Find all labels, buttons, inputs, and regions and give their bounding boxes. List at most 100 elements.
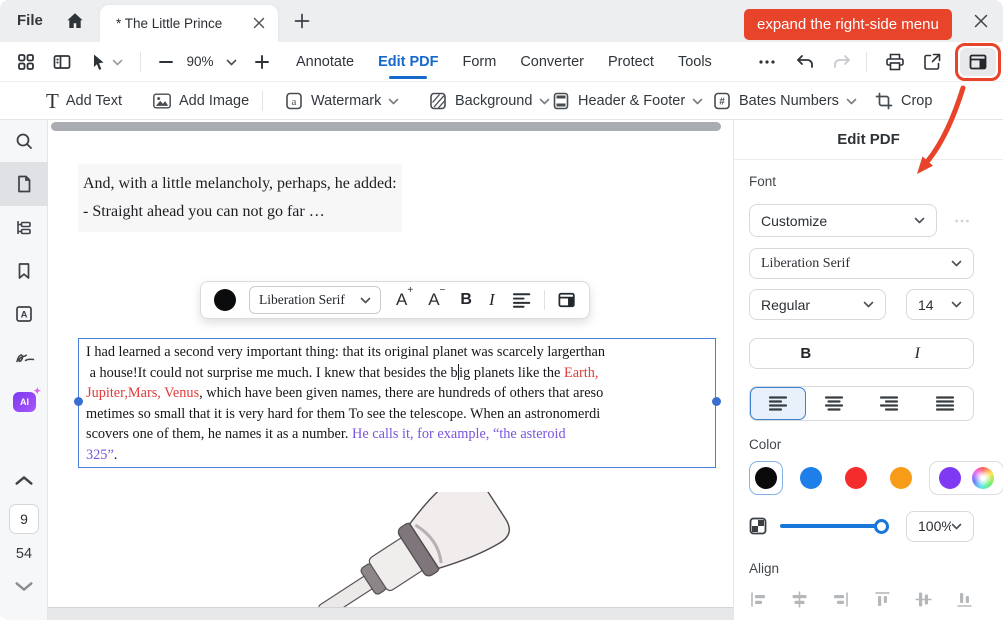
- undo-button[interactable]: [795, 52, 815, 72]
- chevron-down-icon: [863, 301, 874, 308]
- opacity-slider[interactable]: [780, 524, 881, 528]
- align-objects-vcenter-icon[interactable]: [914, 590, 933, 609]
- tab-protect[interactable]: Protect: [608, 54, 654, 70]
- align-objects-hcenter-icon[interactable]: [790, 590, 809, 609]
- textbox-line: scovers one of them, he names it as a nu…: [86, 424, 708, 445]
- panel-bold-button[interactable]: B: [750, 339, 862, 368]
- color-swatch-3[interactable]: [884, 461, 918, 495]
- align-center-button[interactable]: [806, 387, 862, 420]
- header-footer-icon: [551, 91, 571, 111]
- tab-form[interactable]: Form: [462, 54, 496, 70]
- opacity-slider-knob[interactable]: [874, 519, 889, 534]
- tab-tools[interactable]: Tools: [678, 54, 712, 70]
- italic-button[interactable]: I: [489, 290, 495, 310]
- text-properties-button[interactable]: [557, 290, 576, 310]
- sidebar-item-thumbnails[interactable]: [0, 162, 48, 206]
- textbox-line: Jupiter,Mars, Venus, which have been giv…: [86, 383, 708, 404]
- signature-icon[interactable]: [14, 347, 36, 367]
- watermark-button[interactable]: a Watermark: [284, 82, 399, 120]
- background-button[interactable]: Background: [428, 82, 550, 120]
- svg-text:A: A: [21, 310, 28, 321]
- align-objects-bottom-icon[interactable]: [955, 590, 974, 609]
- zoom-out-button[interactable]: [156, 52, 176, 72]
- total-pages: 54: [0, 546, 48, 562]
- bold-button[interactable]: B: [460, 291, 472, 309]
- bookmark-icon[interactable]: [14, 261, 34, 281]
- chevron-down-icon: [951, 260, 962, 267]
- tab-converter[interactable]: Converter: [520, 54, 584, 70]
- align-left-button[interactable]: [750, 387, 806, 420]
- panel-italic-button[interactable]: I: [862, 339, 974, 368]
- selected-textbox[interactable]: I had learned a second very important th…: [78, 338, 716, 468]
- horizontal-scrollbar[interactable]: [51, 122, 721, 131]
- redo-button[interactable]: [832, 52, 852, 72]
- text-color-swatch[interactable]: [214, 289, 236, 311]
- edit-pdf-panel: Edit PDF Font Customize Liberation Serif…: [733, 120, 1003, 620]
- divider: [544, 290, 545, 310]
- color-swatch-purple[interactable]: [939, 467, 961, 489]
- current-page-input[interactable]: 9: [9, 504, 39, 534]
- sidebar-toggle-button[interactable]: [52, 52, 72, 72]
- add-image-icon: [152, 91, 172, 111]
- annotations-icon[interactable]: A: [14, 304, 34, 324]
- print-button[interactable]: [884, 51, 906, 73]
- align-objects-left-icon[interactable]: [749, 590, 768, 609]
- open-in-window-button[interactable]: [921, 51, 943, 73]
- file-menu[interactable]: File: [17, 0, 43, 42]
- bates-numbers-icon: #: [712, 91, 732, 111]
- tab-edit-pdf[interactable]: Edit PDF: [378, 54, 438, 70]
- add-text-button[interactable]: T Add Text: [46, 82, 122, 120]
- home-button[interactable]: [64, 10, 86, 32]
- color-swatch-2[interactable]: [839, 461, 873, 495]
- color-swatch-1[interactable]: [794, 461, 828, 495]
- color-swatch-0[interactable]: [749, 461, 783, 495]
- rainbow-color-picker[interactable]: [972, 467, 994, 489]
- crop-button[interactable]: Crop: [874, 82, 932, 120]
- align-objects-right-icon[interactable]: [831, 590, 850, 609]
- align-right-button[interactable]: [862, 387, 918, 420]
- document-tab[interactable]: * The Little Prince: [100, 5, 278, 42]
- search-icon[interactable]: [14, 131, 34, 151]
- document-area: And, with a little melancholy, perhaps, …: [48, 120, 733, 620]
- select-tool-button[interactable]: [88, 52, 108, 72]
- resize-handle-right[interactable]: [712, 397, 721, 406]
- increase-font-button[interactable]: A+: [396, 290, 413, 310]
- align-justify-button[interactable]: [917, 387, 973, 420]
- previous-page-button[interactable]: [14, 475, 34, 486]
- tab-close-icon[interactable]: [251, 15, 267, 31]
- decrease-font-button[interactable]: A−: [428, 290, 445, 310]
- select-tool-dropdown-icon[interactable]: [112, 59, 123, 66]
- textbox-line: I had learned a second very important th…: [86, 342, 708, 363]
- tab-annotate[interactable]: Annotate: [296, 54, 354, 70]
- font-size-dropdown[interactable]: 14: [906, 289, 974, 320]
- font-preset-dropdown[interactable]: Customize: [749, 204, 937, 237]
- panel-font-family-dropdown[interactable]: Liberation Serif: [749, 248, 974, 279]
- resize-handle-left[interactable]: [74, 397, 83, 406]
- header-footer-button[interactable]: Header & Footer: [551, 82, 703, 120]
- zoom-in-button[interactable]: [252, 52, 272, 72]
- right-panel-toggle-button[interactable]: [960, 48, 996, 76]
- pdf-paragraph[interactable]: And, with a little melancholy, perhaps, …: [78, 164, 402, 232]
- bates-numbers-button[interactable]: # Bates Numbers: [712, 82, 857, 120]
- opacity-dropdown[interactable]: 100%: [906, 511, 974, 542]
- bottom-scrollbar-track[interactable]: [48, 607, 733, 620]
- font-style-dropdown[interactable]: Regular: [749, 289, 886, 320]
- add-image-button[interactable]: Add Image: [152, 82, 249, 120]
- app-grid-button[interactable]: [16, 52, 36, 72]
- zoom-dropdown-icon[interactable]: [226, 59, 237, 66]
- home-icon: [64, 10, 86, 32]
- outline-icon[interactable]: [14, 218, 34, 238]
- more-options-icon[interactable]: [947, 204, 977, 237]
- text-align-button[interactable]: [512, 292, 531, 308]
- next-page-button[interactable]: [14, 581, 34, 592]
- more-tools-button[interactable]: [757, 52, 777, 72]
- window-close-button[interactable]: [972, 12, 990, 30]
- align-objects-top-icon[interactable]: [873, 590, 892, 609]
- new-tab-button[interactable]: [292, 11, 312, 31]
- titlebar: File * The Little Prince expand the righ…: [0, 0, 1003, 42]
- extended-swatch-group: [929, 461, 1003, 495]
- crop-icon: [874, 91, 894, 111]
- font-family-dropdown[interactable]: Liberation Serif: [249, 286, 381, 314]
- color-swatch-row: [749, 459, 1003, 497]
- ai-assistant-icon[interactable]: AI: [13, 392, 36, 412]
